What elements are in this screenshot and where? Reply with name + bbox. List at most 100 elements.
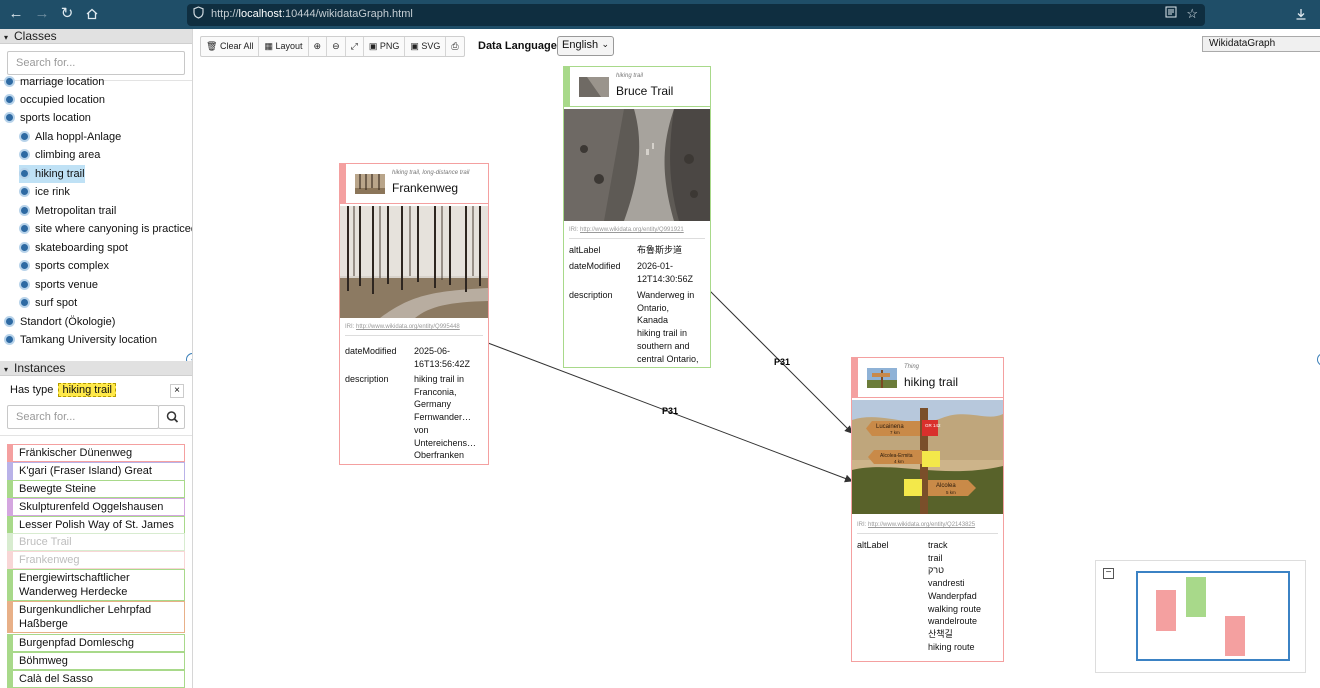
node-label: Bruce Trail — [616, 84, 674, 98]
class-bullet-icon — [4, 76, 15, 87]
zoom-in-button[interactable]: ⊕ — [309, 37, 328, 56]
thumbnail-image — [867, 368, 897, 388]
class-bullet-icon — [19, 149, 30, 160]
class-bullet-icon — [19, 242, 30, 253]
instance-item[interactable]: Calà del Sasso — [7, 670, 185, 688]
class-label: site where canyoning is practiced — [35, 223, 193, 235]
node-iri[interactable]: IRI: http://www.wikidata.org/entity/Q991… — [569, 227, 684, 233]
type-filter: Has type hiking trail — [10, 383, 117, 397]
rocky-trail-image — [564, 109, 710, 221]
class-item[interactable]: sports venue — [19, 276, 98, 294]
instances-search-input[interactable]: Search for... — [7, 405, 159, 429]
edge-label: P31 — [662, 406, 678, 416]
instance-item[interactable]: Bewegte Steine — [7, 480, 185, 498]
forward-icon[interactable]: → — [31, 3, 53, 25]
sign-text: 7 km — [890, 430, 900, 435]
minimap[interactable]: − — [1095, 560, 1306, 673]
class-item[interactable]: Tamkang University location — [4, 331, 157, 349]
sign-text: 4 km — [894, 459, 904, 464]
graph-title-box[interactable]: WikidataGraph — [1202, 36, 1320, 52]
class-item[interactable]: Standort (Ökologie) — [4, 313, 115, 331]
prop-key: dateModified — [569, 261, 621, 271]
prop-key: dateModified — [345, 346, 397, 356]
node-iri[interactable]: IRI: http://www.wikidata.org/entity/Q995… — [345, 324, 460, 330]
prop-value: track trail טרק vandresti Wanderpfad wal… — [928, 540, 982, 652]
bookmark-star-icon[interactable]: ☆ — [1186, 6, 1198, 22]
class-label: Tamkang University location — [20, 334, 157, 346]
class-item[interactable]: sports complex — [19, 257, 109, 275]
class-item[interactable]: marriage location — [4, 73, 104, 91]
edge-bruce-hiking[interactable] — [709, 290, 853, 434]
address-bar[interactable]: http://localhost:10444/wikidataGraph.htm… — [187, 4, 1205, 26]
class-item[interactable]: Metropolitan trail — [19, 202, 116, 220]
export-png-button[interactable]: ▣ PNG — [364, 37, 406, 56]
search-button[interactable] — [158, 405, 185, 429]
instance-item[interactable]: Burgenpfad Domleschg — [7, 634, 185, 652]
class-item[interactable]: ice rink — [19, 183, 70, 201]
prop-key: altLabel — [857, 540, 889, 550]
instance-item[interactable]: Skulpturenfeld Oggelshausen — [7, 498, 185, 516]
filter-chip[interactable]: hiking trail — [58, 383, 117, 397]
instance-item[interactable]: Frankenweg — [7, 551, 185, 569]
node-hiking-trail[interactable]: Thing hiking trail Lucainena 7 km GR 142… — [851, 357, 1004, 662]
divider — [569, 238, 705, 239]
edge-label: P31 — [774, 357, 790, 367]
instance-item[interactable]: Bruce Trail — [7, 533, 185, 551]
download-icon[interactable] — [1290, 3, 1312, 25]
classes-header[interactable]: ▾ Classes — [0, 29, 192, 44]
node-iri[interactable]: IRI: http://www.wikidata.org/entity/Q214… — [857, 522, 975, 528]
class-bullet-icon — [19, 186, 30, 197]
class-item[interactable]: climbing area — [19, 146, 100, 164]
node-header: Thing hiking trail — [852, 358, 1003, 398]
class-bullet-icon — [19, 131, 30, 142]
language-select[interactable]: English ⌄ — [557, 36, 614, 56]
zoom-in-icon: ⊕ — [313, 41, 322, 51]
filter-label: Has type — [10, 384, 54, 396]
reload-icon[interactable]: ↻ — [56, 3, 78, 25]
node-bruce-trail[interactable]: hiking trail Bruce Trail IRI: http://www… — [563, 66, 711, 368]
prop-value: 2026-01- 12T14:30:56Z — [637, 261, 694, 284]
instance-item[interactable]: Lesser Polish Way of St. James — [7, 516, 185, 534]
forest-path-image — [340, 206, 488, 318]
export-svg-button[interactable]: ▣ SVG — [405, 37, 447, 56]
node-label: hiking trail — [904, 375, 959, 389]
instance-item[interactable]: Böhmweg — [7, 652, 185, 670]
zoom-out-button[interactable]: ⊖ — [327, 37, 346, 56]
language-label: Data Language - — [478, 40, 564, 52]
class-item[interactable]: sports location — [4, 109, 91, 127]
shield-icon — [193, 6, 204, 22]
class-item[interactable]: occupied location — [4, 91, 105, 109]
search-icon — [166, 411, 179, 423]
instance-item[interactable]: Fränkischer Dünenweg — [7, 444, 185, 462]
instance-item[interactable]: Energiewirtschaftlicher Wanderweg Herdec… — [7, 569, 185, 601]
browser-toolbar: ← → ↻ http://localhost:10444/wikidataGra… — [0, 0, 1320, 29]
layout-button[interactable]: ▦ Layout — [259, 37, 309, 56]
prop-key: description — [569, 290, 613, 300]
class-item[interactable]: surf spot — [19, 294, 77, 312]
class-item[interactable]: hiking trail — [19, 165, 85, 183]
print-button[interactable]: ⎙ — [446, 37, 463, 56]
clear-all-button[interactable]: 🗑 Clear All — [201, 37, 260, 56]
class-item[interactable]: site where canyoning is practiced — [19, 220, 193, 238]
classes-search-input[interactable]: Search for... — [7, 51, 185, 75]
class-item[interactable]: skateboarding spot — [19, 239, 128, 257]
reader-mode-icon[interactable] — [1165, 6, 1177, 21]
fit-button[interactable]: ⤢ — [346, 37, 364, 56]
class-label: sports location — [20, 112, 91, 124]
instances-header[interactable]: ▾ Instances — [0, 361, 192, 376]
prop-key: altLabel — [569, 245, 601, 255]
home-icon[interactable] — [81, 3, 103, 25]
divider — [0, 435, 192, 436]
instance-item[interactable]: Burgenkundlicher Lehrpfad Haßberge — [7, 601, 185, 633]
class-label: marriage location — [20, 76, 105, 88]
node-frankenweg[interactable]: hiking trail, long-distance trail Franke… — [339, 163, 489, 465]
minimap-node-bruce — [1186, 577, 1206, 617]
class-item[interactable]: Alla hoppl-Anlage — [19, 128, 121, 146]
clear-filter-button[interactable]: × — [170, 384, 184, 398]
class-label: sports complex — [35, 260, 109, 272]
back-icon[interactable]: ← — [5, 3, 27, 25]
class-label: hiking trail — [35, 168, 85, 180]
minimap-collapse-button[interactable]: − — [1103, 568, 1114, 579]
signpost-image: Lucainena 7 km GR 142 Alcolea-Ermita 4 k… — [852, 400, 1003, 514]
left-panel: ▾ Classes Search for... marriage location… — [0, 29, 193, 688]
